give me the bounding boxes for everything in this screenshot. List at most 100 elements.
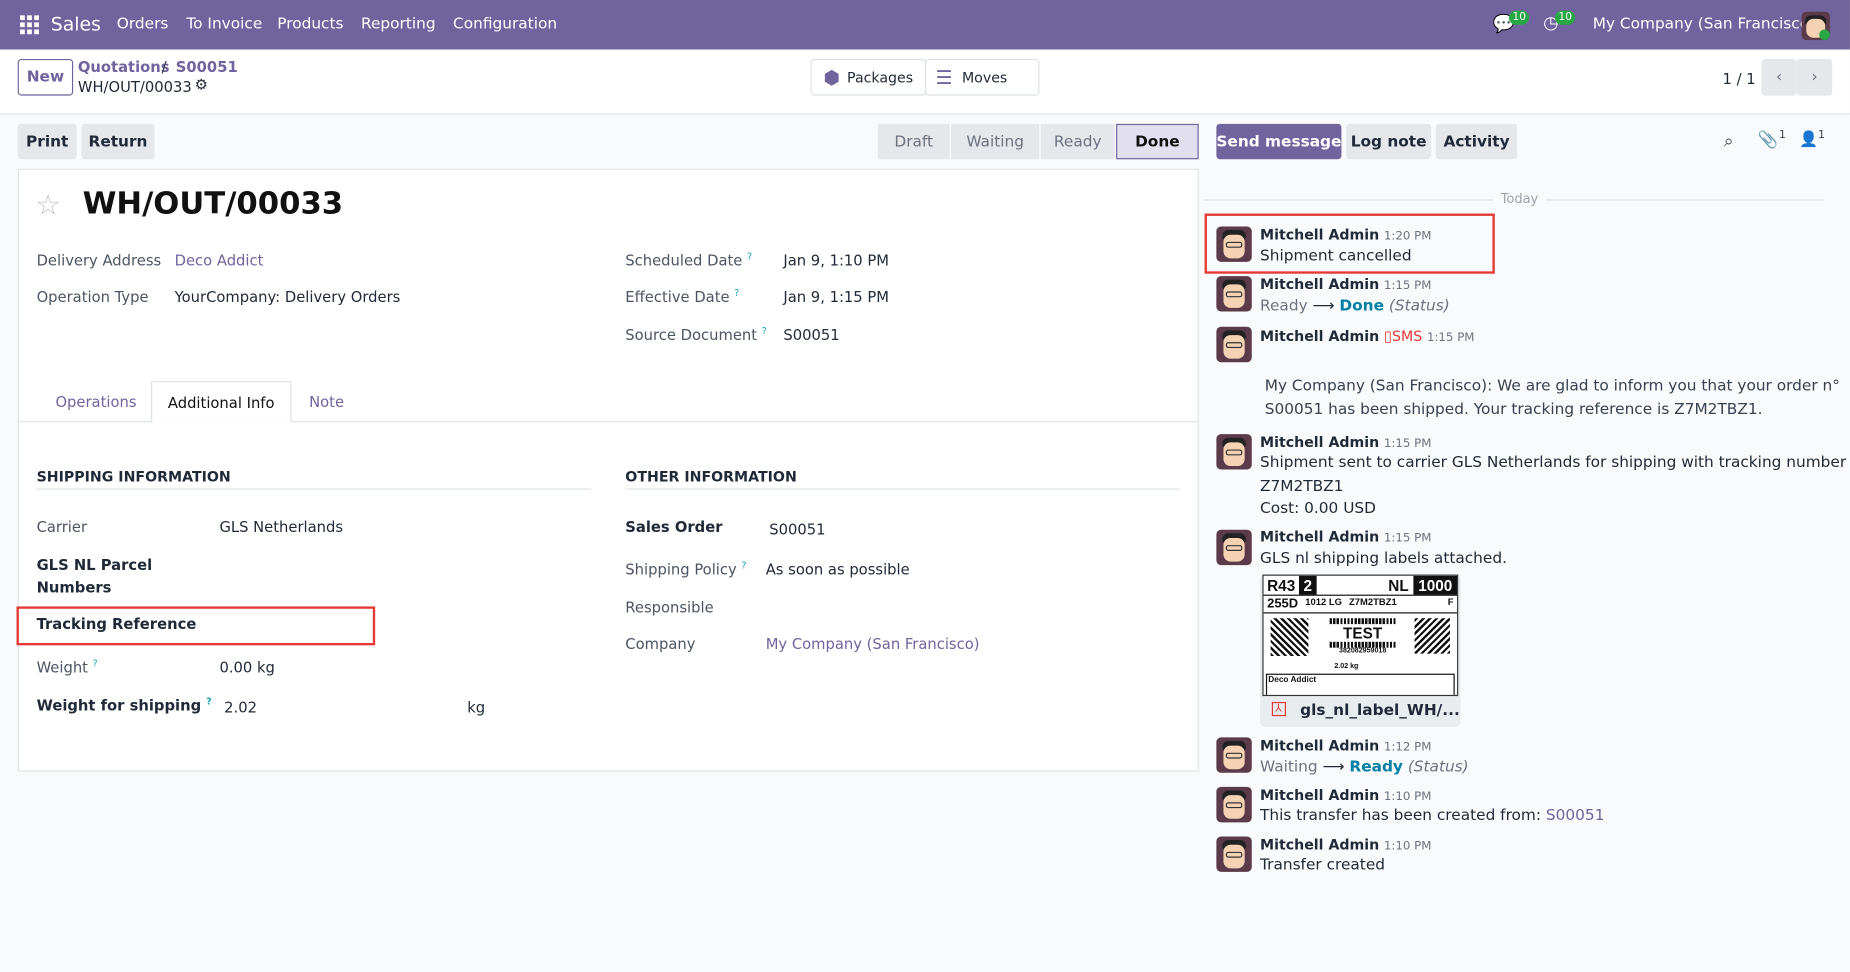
stage-waiting[interactable]: Waiting — [950, 123, 1041, 160]
pager-previous[interactable]: ‹ — [1761, 58, 1797, 96]
company-label: Company — [625, 634, 696, 653]
operation-type-label: Operation Type — [36, 287, 149, 306]
author-avatar[interactable] — [1216, 326, 1252, 363]
breadcrumb-separator: / — [161, 57, 167, 76]
moves-button[interactable]: ☰ Moves — [924, 58, 1040, 96]
tab-additional-info[interactable]: Additional Info — [151, 381, 292, 423]
breadcrumb-quotations[interactable]: Quotations — [78, 58, 170, 76]
attachment-card[interactable]: R43 2 NL 1000 255D 1012 LG Z7M2TBZ1 F TEST 382… — [1260, 574, 1461, 727]
breadcrumb-so[interactable]: S00051 — [176, 58, 238, 76]
message-header: Mitchell Admin 1:20 PM — [1260, 226, 1432, 244]
author-avatar[interactable] — [1216, 737, 1252, 773]
delivery-address-label: Delivery Address — [36, 251, 162, 269]
packages-button[interactable]: ⬢ Packages — [810, 58, 927, 96]
delivery-address-value[interactable]: Deco Addict — [175, 251, 264, 269]
message-header: Mitchell Admin 1:15 PM — [1260, 434, 1432, 451]
author-avatar[interactable] — [1216, 836, 1252, 872]
search-icon[interactable]: ⌕ — [1724, 130, 1734, 151]
pager-next[interactable]: › — [1796, 58, 1833, 96]
sms-body-line2: S00051 has been shipped. Your tracking r… — [1264, 401, 1763, 419]
return-button[interactable]: Return — [81, 123, 155, 160]
attachment-filename[interactable]: gls_nl_label_WH/... — [1300, 702, 1460, 720]
stage-draft[interactable]: Draft — [877, 123, 951, 160]
menu-products[interactable]: Products — [277, 15, 343, 33]
pager-value[interactable]: 1 / 1 — [1723, 70, 1756, 88]
author-avatar[interactable] — [1216, 786, 1252, 823]
paperclip-icon[interactable]: 📎 — [1758, 131, 1779, 150]
log-note-button[interactable]: Log note — [1346, 123, 1432, 160]
today-label: Today — [1493, 191, 1546, 207]
company-switcher[interactable]: My Company (San Francisco) — [1593, 15, 1815, 33]
message-body: Shipment sent to carrier GLS Netherlands… — [1260, 454, 1847, 472]
menu-reporting[interactable]: Reporting — [361, 15, 436, 33]
user-avatar[interactable] — [1801, 11, 1830, 41]
carrier-value[interactable]: GLS Netherlands — [219, 518, 343, 536]
arrow-icon: ⟶ — [1312, 297, 1335, 316]
tracking-reference-label: Tracking Reference — [36, 614, 197, 633]
menu-orders[interactable]: Orders — [117, 15, 169, 33]
packages-label: Packages — [847, 69, 914, 86]
message-body: GLS nl shipping labels attached. — [1260, 549, 1507, 568]
menu-to-invoice[interactable]: To Invoice — [186, 15, 262, 33]
sms-icon: ▯ — [1383, 326, 1393, 345]
new-button[interactable]: New — [17, 58, 74, 96]
sales-order-label: Sales Order — [625, 517, 723, 536]
tab-additional-info-label: Additional Info — [167, 393, 275, 412]
moves-label: Moves — [961, 69, 1008, 86]
star-icon[interactable]: ☆ — [35, 189, 60, 222]
apps-menu-icon[interactable] — [20, 15, 39, 35]
tab-operations[interactable]: Operations — [55, 393, 136, 411]
activity-button[interactable]: Activity — [1435, 123, 1518, 160]
followers-count: 1 — [1818, 129, 1825, 142]
navbar: Sales Orders To Invoice Products Reporti… — [0, 0, 1850, 50]
author-avatar[interactable] — [1216, 226, 1252, 262]
tab-note[interactable]: Note — [309, 393, 344, 411]
followers-icon[interactable]: 👤 — [1799, 131, 1818, 149]
effective-date-value[interactable]: Jan 9, 1:15 PM — [783, 288, 889, 306]
attachments-count: 1 — [1779, 129, 1786, 142]
weight-for-shipping-input[interactable]: 2.02 — [224, 698, 257, 716]
qr-code-icon — [1414, 618, 1450, 654]
chatter: Today Mitchell Admin 1:20 PM Shipment ca… — [1203, 177, 1846, 908]
message-header: Mitchell Admin ▯SMS 1:15 PM — [1260, 326, 1475, 345]
breadcrumb-current: WH/OUT/00033 — [77, 77, 192, 96]
other-info-heading: OTHER INFORMATION — [625, 468, 797, 485]
carrier-label: Carrier — [36, 517, 88, 536]
other-divider — [625, 488, 1180, 490]
effective-date-label: Effective Date ? — [625, 287, 740, 306]
menu-configuration[interactable]: Configuration — [453, 15, 557, 33]
weight-unit: kg — [467, 698, 486, 717]
tracking-change: Waiting ⟶ Ready (Status) — [1260, 758, 1469, 777]
message-header: Mitchell Admin 1:10 PM — [1260, 836, 1432, 853]
message-header: Mitchell Admin 1:10 PM — [1260, 786, 1432, 804]
qr-code-icon — [1270, 618, 1309, 656]
author-avatar[interactable] — [1216, 276, 1252, 312]
activity-badge: 10 — [1554, 10, 1576, 25]
shipping-policy-value[interactable]: As soon as possible — [766, 560, 910, 578]
source-document-label: Source Document ? — [625, 325, 767, 344]
app-name[interactable]: Sales — [51, 13, 101, 35]
shipping-label-preview[interactable]: R43 2 NL 1000 255D 1012 LG Z7M2TBZ1 F TEST 382… — [1262, 574, 1459, 697]
responsible-label: Responsible — [625, 598, 714, 616]
print-button[interactable]: Print — [17, 123, 77, 160]
message-body: Transfer created — [1260, 856, 1386, 875]
author-avatar[interactable] — [1216, 434, 1252, 470]
parcel-numbers-label: GLS NL Parcel — [36, 555, 153, 574]
message-body: Z7M2TBZ1 — [1260, 477, 1344, 496]
source-document-value[interactable]: S00051 — [783, 326, 839, 344]
message-header: Mitchell Admin 1:12 PM — [1260, 737, 1432, 754]
control-panel: New Quotations / S00051 WH/OUT/00033 ⚙ ⬢… — [0, 49, 1850, 115]
sales-order-value[interactable]: S00051 — [769, 520, 825, 538]
operation-type-value[interactable]: YourCompany: Delivery Orders — [175, 288, 401, 306]
source-link[interactable]: S00051 — [1546, 807, 1605, 825]
cubes-icon: ⬢ — [823, 66, 840, 89]
gear-icon[interactable]: ⚙ — [195, 76, 208, 94]
stage-done[interactable]: Done — [1116, 123, 1199, 160]
author-avatar[interactable] — [1216, 529, 1252, 566]
send-message-button[interactable]: Send message — [1216, 123, 1342, 160]
stage-ready[interactable]: Ready — [1040, 123, 1117, 160]
message-header: Mitchell Admin 1:15 PM — [1260, 276, 1432, 293]
weight-label: Weight ? — [36, 658, 98, 677]
scheduled-date-value[interactable]: Jan 9, 1:10 PM — [783, 251, 889, 269]
company-value[interactable]: My Company (San Francisco) — [766, 635, 980, 653]
